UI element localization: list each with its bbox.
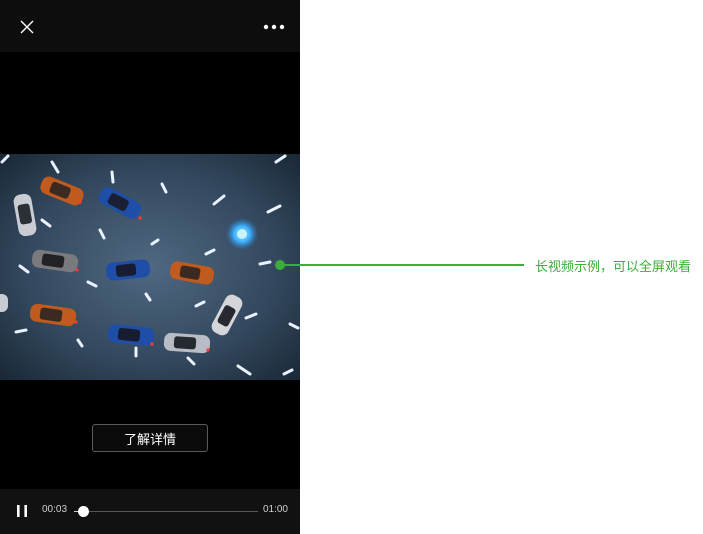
- pause-icon: [17, 505, 27, 517]
- video-player-screen: 了解详情 00:03 01:00: [0, 0, 300, 534]
- callout-dot: [275, 260, 285, 270]
- callout-line: [280, 264, 524, 266]
- progress-bar[interactable]: [74, 506, 258, 517]
- top-bar: [0, 0, 300, 52]
- progress-scrubber-handle[interactable]: [78, 506, 90, 517]
- learn-more-button[interactable]: 了解详情: [92, 424, 208, 452]
- callout-annotation-text: 长视频示例，可以全屏观看: [535, 260, 692, 275]
- more-options-button[interactable]: [260, 14, 288, 40]
- pause-button[interactable]: [12, 501, 32, 521]
- more-icon: [263, 24, 285, 30]
- playback-controls: 00:03 01:00: [0, 489, 300, 534]
- close-button[interactable]: [14, 14, 40, 40]
- current-time: 00:03: [42, 504, 68, 515]
- total-duration: 01:00: [262, 504, 288, 515]
- video-frame[interactable]: [0, 154, 300, 380]
- close-icon: [20, 20, 34, 34]
- video-still-image: [0, 154, 300, 380]
